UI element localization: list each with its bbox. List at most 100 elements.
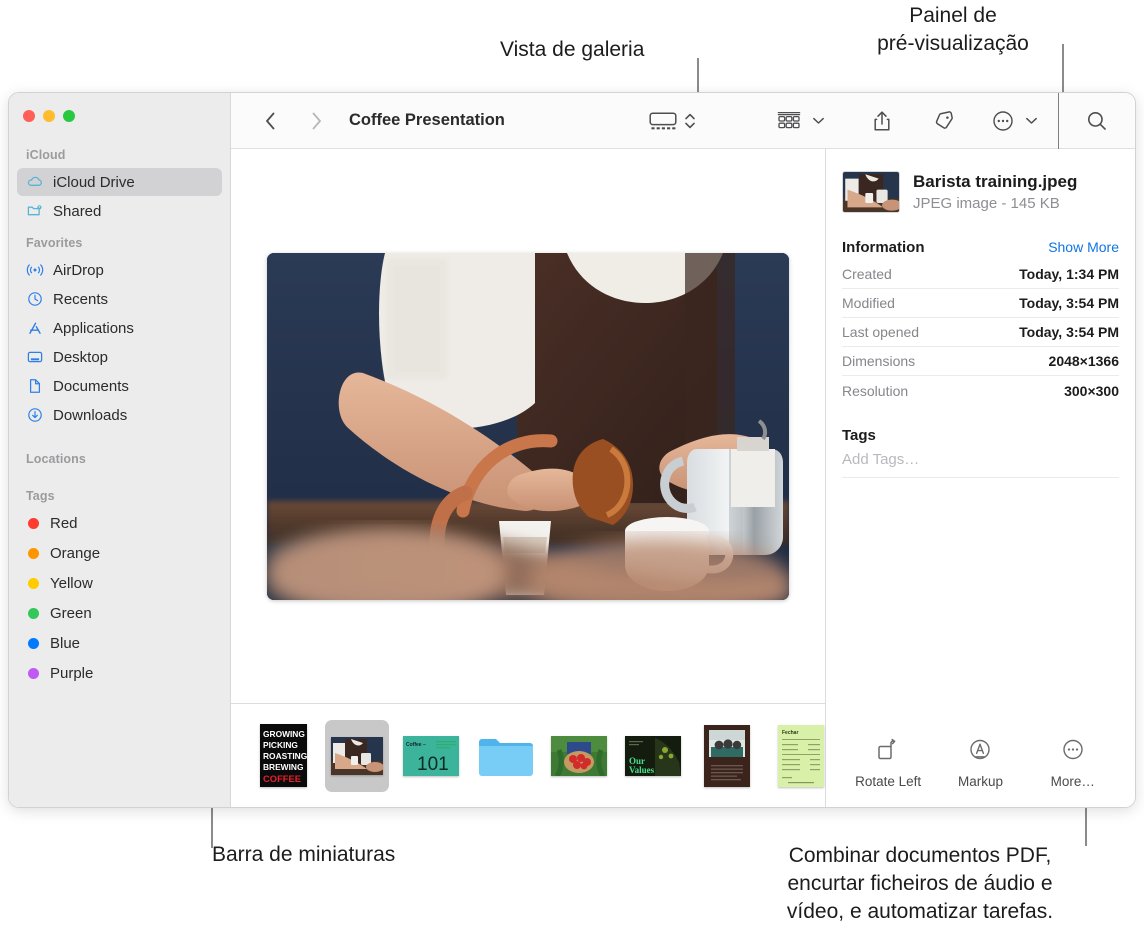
minimize-button[interactable] (43, 110, 55, 122)
sidebar-tag-label: Yellow (50, 574, 93, 592)
window-body: GROWING PICKING ROASTING BREWING COFFEE (231, 149, 1135, 807)
tag-color-dot (28, 547, 39, 559)
sidebar-tag-green[interactable]: Green (9, 598, 230, 628)
sidebar-tag-label: Blue (50, 634, 81, 652)
sidebar-item-recents[interactable]: Recents (17, 285, 222, 313)
preview-image[interactable] (267, 252, 789, 600)
sidebar-item-downloads[interactable]: Downloads (17, 401, 222, 429)
sidebar-tag-blue[interactable]: Blue (9, 628, 230, 658)
coffee-poster-thumbnail[interactable]: GROWING PICKING ROASTING BREWING COFFEE (259, 724, 307, 787)
tag-button[interactable] (917, 93, 967, 148)
thumbnail-bar[interactable]: GROWING PICKING ROASTING BREWING COFFEE (231, 703, 825, 807)
info-row-modified: Modified Today, 3:54 PM (842, 289, 1119, 318)
close-button[interactable] (23, 110, 35, 122)
zoom-button[interactable] (63, 110, 75, 122)
folder-thumbnail[interactable] (477, 734, 533, 778)
callout-preview-panel: Painel de pré-visualização (877, 4, 1029, 55)
tag-color-dot (28, 667, 39, 679)
search-button[interactable] (1059, 93, 1135, 148)
thumbnail-item-selected[interactable] (325, 719, 389, 792)
more-button[interactable] (979, 93, 1050, 148)
add-tags-field[interactable]: Add Tags… (842, 451, 1119, 478)
forward-button[interactable] (303, 108, 329, 134)
info-key: Modified (842, 295, 895, 311)
info-key: Created (842, 266, 892, 282)
action-label: Rotate Left (855, 774, 922, 789)
callout-bottom-right: Combinar documentos PDF, encurtar fichei… (786, 844, 1054, 923)
toolbar-actions (636, 93, 1135, 149)
information-rows: Created Today, 1:34 PM Modified Today, 3… (842, 260, 1119, 405)
info-row-created: Created Today, 1:34 PM (842, 260, 1119, 289)
svg-text:COFFEE: COFFEE (263, 773, 301, 784)
thumbnail-item[interactable]: GROWING PICKING ROASTING BREWING COFFEE (251, 720, 315, 792)
coffee-101-thumbnail[interactable]: Coffee – 101 (403, 735, 459, 776)
info-key: Last opened (842, 324, 920, 340)
sidebar-item-airdrop[interactable]: AirDrop (17, 256, 222, 284)
share-button[interactable] (859, 93, 905, 148)
action-label: Markup (957, 774, 1003, 789)
traffic-lights (9, 102, 230, 138)
sidebar-tag-purple[interactable]: Purple (9, 658, 230, 688)
sidebar-item-icloud-drive[interactable]: iCloud Drive (17, 168, 222, 196)
quick-actions: Rotate Left Markup More… (842, 738, 1119, 807)
callout-thumbnail-bar: Barra de miniaturas (212, 843, 396, 866)
our-values-thumbnail[interactable]: Our Values (625, 735, 681, 776)
sidebar-section-favorites-header: Favorites (26, 236, 83, 250)
info-row-dimensions: Dimensions 2048×1366 (842, 347, 1119, 376)
screenshot-root: Vista de galeria Painel de pré-visualiza… (0, 0, 1144, 947)
thumbnail-item[interactable]: Coffee – 101 (399, 720, 463, 792)
clock-icon (26, 290, 44, 308)
info-value: Today, 3:54 PM (1019, 295, 1119, 311)
file-header: Barista training.jpeg JPEG image - 145 K… (842, 171, 1119, 213)
sidebar-item-label: Desktop (53, 348, 109, 366)
sidebar-item-desktop[interactable]: Desktop (17, 343, 222, 371)
gallery-view-button[interactable] (636, 93, 680, 148)
svg-text:PICKING: PICKING (263, 740, 298, 750)
svg-text:Values: Values (629, 765, 655, 775)
sidebar-item-label: AirDrop (53, 261, 104, 279)
invoice-thumbnail[interactable]: Fechar (778, 724, 824, 787)
sidebar-tag-red[interactable]: Red (9, 508, 230, 538)
preview-inspector-panel: Barista training.jpeg JPEG image - 145 K… (825, 149, 1135, 807)
thumbnail-item[interactable] (473, 720, 537, 792)
file-kind: JPEG image - 145 KB (913, 195, 1060, 212)
coffee-cherries-thumbnail[interactable] (551, 735, 607, 776)
svg-text:GROWING: GROWING (263, 729, 305, 739)
tag-color-dot (28, 517, 39, 529)
sidebar-tag-yellow[interactable]: Yellow (9, 568, 230, 598)
barista-training-thumbnail[interactable] (331, 736, 383, 775)
sidebar-tag-orange[interactable]: Orange (9, 538, 230, 568)
info-value: Today, 3:54 PM (1019, 324, 1119, 340)
sidebar-item-applications[interactable]: Applications (17, 314, 222, 342)
finder-window: iCloud iCloud Drive Shared Favorites Air… (8, 92, 1136, 808)
gallery-preview-area (231, 149, 825, 703)
group-by-button[interactable] (764, 93, 837, 148)
svg-text:101: 101 (417, 754, 449, 775)
file-name: Barista training.jpeg (913, 172, 1078, 191)
tag-color-dot (28, 607, 39, 619)
sidebar-item-label: iCloud Drive (53, 173, 135, 191)
sidebar-tag-label: Green (50, 604, 92, 622)
thumbnail-item[interactable] (547, 720, 611, 792)
action-label: More… (1050, 774, 1095, 789)
sidebar-item-label: Recents (53, 290, 109, 308)
markup-button[interactable]: Markup (934, 738, 1026, 789)
tag-color-dot (28, 637, 39, 649)
meeting-document-thumbnail[interactable] (704, 724, 750, 787)
show-more-link[interactable]: Show More (1048, 239, 1119, 255)
info-value: Today, 1:34 PM (1019, 266, 1119, 282)
callout-gallery-view: Vista de galeria (500, 38, 645, 61)
thumbnail-item[interactable]: Our Values (621, 720, 685, 792)
toolbar: Coffee Presentation (231, 93, 1135, 149)
thumbnail-item[interactable] (695, 720, 759, 792)
view-stepper[interactable] (680, 93, 708, 148)
sidebar-item-shared[interactable]: Shared (17, 197, 222, 225)
more-actions-button[interactable]: More… (1027, 738, 1119, 789)
content-area: Coffee Presentation GROWING PICKING ROAS… (231, 93, 1135, 807)
rotate-left-button[interactable]: Rotate Left (842, 738, 934, 789)
back-button[interactable] (257, 108, 283, 134)
svg-text:ROASTING: ROASTING (263, 751, 307, 761)
thumbnail-item[interactable]: Fechar (769, 720, 833, 792)
sidebar-item-documents[interactable]: Documents (17, 372, 222, 400)
svg-text:BREWING: BREWING (263, 762, 303, 772)
